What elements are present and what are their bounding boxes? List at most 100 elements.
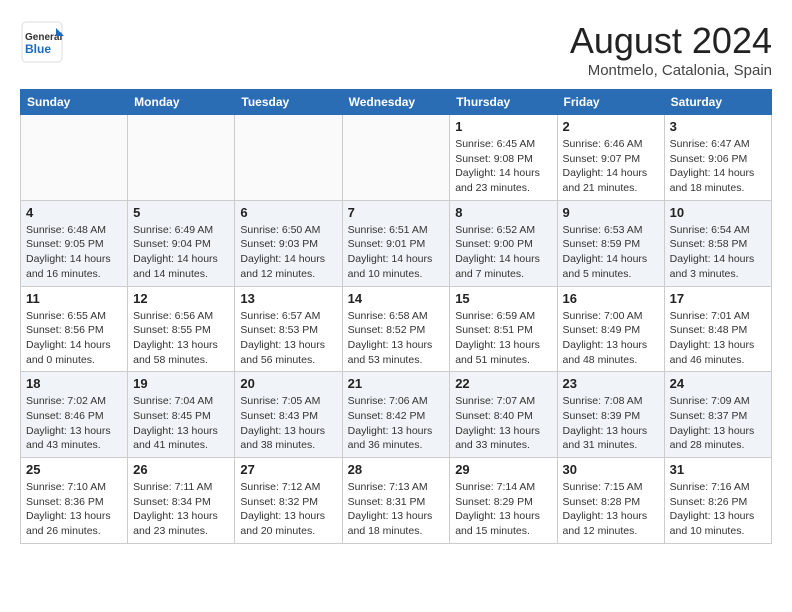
title-block: August 2024 Montmelo, Catalonia, Spain xyxy=(570,20,772,79)
table-row xyxy=(342,115,450,201)
day-number: 26 xyxy=(133,462,229,477)
table-row: 20 Sunrise: 7:05 AM Sunset: 8:43 PM Dayli… xyxy=(235,372,342,458)
day-info: Sunrise: 6:57 AM Sunset: 8:53 PM Dayligh… xyxy=(240,309,336,368)
day-info: Sunrise: 6:51 AM Sunset: 9:01 PM Dayligh… xyxy=(348,223,445,282)
calendar-table: Sunday Monday Tuesday Wednesday Thursday… xyxy=(20,89,772,544)
day-number: 4 xyxy=(26,205,122,220)
table-row: 27 Sunrise: 7:12 AM Sunset: 8:32 PM Dayli… xyxy=(235,458,342,544)
calendar-week-row: 4 Sunrise: 6:48 AM Sunset: 9:05 PM Daylig… xyxy=(21,200,772,286)
table-row: 4 Sunrise: 6:48 AM Sunset: 9:05 PM Daylig… xyxy=(21,200,128,286)
table-row: 3 Sunrise: 6:47 AM Sunset: 9:06 PM Daylig… xyxy=(664,115,771,201)
day-info: Sunrise: 6:59 AM Sunset: 8:51 PM Dayligh… xyxy=(455,309,551,368)
day-number: 3 xyxy=(670,119,766,134)
location: Montmelo, Catalonia, Spain xyxy=(570,62,772,79)
table-row: 7 Sunrise: 6:51 AM Sunset: 9:01 PM Daylig… xyxy=(342,200,450,286)
day-number: 28 xyxy=(348,462,445,477)
table-row: 28 Sunrise: 7:13 AM Sunset: 8:31 PM Dayli… xyxy=(342,458,450,544)
calendar-week-row: 11 Sunrise: 6:55 AM Sunset: 8:56 PM Dayli… xyxy=(21,286,772,372)
day-info: Sunrise: 6:58 AM Sunset: 8:52 PM Dayligh… xyxy=(348,309,445,368)
table-row: 15Sunrise: 6:59 AM Sunset: 8:51 PM Dayli… xyxy=(450,286,557,372)
table-row xyxy=(235,115,342,201)
day-info: Sunrise: 6:50 AM Sunset: 9:03 PM Dayligh… xyxy=(240,223,336,282)
day-number: 18 xyxy=(26,376,122,391)
table-row: 31 Sunrise: 7:16 AM Sunset: 8:26 PM Dayli… xyxy=(664,458,771,544)
day-info: Sunrise: 7:02 AM Sunset: 8:46 PM Dayligh… xyxy=(26,394,122,453)
day-info: Sunrise: 6:45 AM Sunset: 9:08 PM Dayligh… xyxy=(455,137,551,196)
table-row: 30 Sunrise: 7:15 AM Sunset: 8:28 PM Dayli… xyxy=(557,458,664,544)
svg-text:Blue: Blue xyxy=(25,42,51,56)
day-number: 22 xyxy=(455,376,551,391)
day-info: Sunrise: 7:14 AM Sunset: 8:29 PM Dayligh… xyxy=(455,480,551,539)
day-info: Sunrise: 7:00 AM Sunset: 8:49 PM Dayligh… xyxy=(563,309,659,368)
day-number: 30 xyxy=(563,462,659,477)
table-row: 24 Sunrise: 7:09 AM Sunset: 8:37 PM Dayli… xyxy=(664,372,771,458)
calendar-header-row: Sunday Monday Tuesday Wednesday Thursday… xyxy=(21,90,772,115)
table-row: 8Sunrise: 6:52 AM Sunset: 9:00 PM Daylig… xyxy=(450,200,557,286)
table-row: 17 Sunrise: 7:01 AM Sunset: 8:48 PM Dayli… xyxy=(664,286,771,372)
day-info: Sunrise: 7:12 AM Sunset: 8:32 PM Dayligh… xyxy=(240,480,336,539)
day-number: 10 xyxy=(670,205,766,220)
day-info: Sunrise: 7:05 AM Sunset: 8:43 PM Dayligh… xyxy=(240,394,336,453)
day-number: 31 xyxy=(670,462,766,477)
col-saturday: Saturday xyxy=(664,90,771,115)
day-number: 8 xyxy=(455,205,551,220)
day-number: 17 xyxy=(670,291,766,306)
table-row: 25Sunrise: 7:10 AM Sunset: 8:36 PM Dayli… xyxy=(21,458,128,544)
calendar-week-row: 25Sunrise: 7:10 AM Sunset: 8:36 PM Dayli… xyxy=(21,458,772,544)
page-header: General Blue August 2024 Montmelo, Catal… xyxy=(20,20,772,79)
table-row: 11 Sunrise: 6:55 AM Sunset: 8:56 PM Dayli… xyxy=(21,286,128,372)
day-info: Sunrise: 7:01 AM Sunset: 8:48 PM Dayligh… xyxy=(670,309,766,368)
day-info: Sunrise: 7:04 AM Sunset: 8:45 PM Dayligh… xyxy=(133,394,229,453)
logo: General Blue xyxy=(20,20,64,64)
col-sunday: Sunday xyxy=(21,90,128,115)
day-number: 13 xyxy=(240,291,336,306)
day-info: Sunrise: 6:56 AM Sunset: 8:55 PM Dayligh… xyxy=(133,309,229,368)
day-number: 24 xyxy=(670,376,766,391)
day-info: Sunrise: 6:48 AM Sunset: 9:05 PM Dayligh… xyxy=(26,223,122,282)
day-number: 11 xyxy=(26,291,122,306)
table-row: 22 Sunrise: 7:07 AM Sunset: 8:40 PM Dayli… xyxy=(450,372,557,458)
day-number: 16 xyxy=(563,291,659,306)
calendar-week-row: 18 Sunrise: 7:02 AM Sunset: 8:46 PM Dayli… xyxy=(21,372,772,458)
col-tuesday: Tuesday xyxy=(235,90,342,115)
day-info: Sunrise: 7:08 AM Sunset: 8:39 PM Dayligh… xyxy=(563,394,659,453)
col-wednesday: Wednesday xyxy=(342,90,450,115)
table-row: 10 Sunrise: 6:54 AM Sunset: 8:58 PM Dayli… xyxy=(664,200,771,286)
col-thursday: Thursday xyxy=(450,90,557,115)
day-info: Sunrise: 7:16 AM Sunset: 8:26 PM Dayligh… xyxy=(670,480,766,539)
table-row: 2 Sunrise: 6:46 AM Sunset: 9:07 PM Daylig… xyxy=(557,115,664,201)
table-row: 23 Sunrise: 7:08 AM Sunset: 8:39 PM Dayli… xyxy=(557,372,664,458)
day-info: Sunrise: 7:15 AM Sunset: 8:28 PM Dayligh… xyxy=(563,480,659,539)
day-number: 2 xyxy=(563,119,659,134)
table-row xyxy=(21,115,128,201)
day-info: Sunrise: 7:11 AM Sunset: 8:34 PM Dayligh… xyxy=(133,480,229,539)
day-number: 1 xyxy=(455,119,551,134)
table-row: 16 Sunrise: 7:00 AM Sunset: 8:49 PM Dayli… xyxy=(557,286,664,372)
day-info: Sunrise: 6:54 AM Sunset: 8:58 PM Dayligh… xyxy=(670,223,766,282)
day-number: 5 xyxy=(133,205,229,220)
day-info: Sunrise: 7:07 AM Sunset: 8:40 PM Dayligh… xyxy=(455,394,551,453)
day-info: Sunrise: 7:13 AM Sunset: 8:31 PM Dayligh… xyxy=(348,480,445,539)
day-info: Sunrise: 7:10 AM Sunset: 8:36 PM Dayligh… xyxy=(26,480,122,539)
day-number: 19 xyxy=(133,376,229,391)
day-info: Sunrise: 6:47 AM Sunset: 9:06 PM Dayligh… xyxy=(670,137,766,196)
day-number: 23 xyxy=(563,376,659,391)
table-row xyxy=(128,115,235,201)
table-row: 19 Sunrise: 7:04 AM Sunset: 8:45 PM Dayli… xyxy=(128,372,235,458)
day-info: Sunrise: 6:53 AM Sunset: 8:59 PM Dayligh… xyxy=(563,223,659,282)
table-row: 18 Sunrise: 7:02 AM Sunset: 8:46 PM Dayli… xyxy=(21,372,128,458)
day-info: Sunrise: 6:55 AM Sunset: 8:56 PM Dayligh… xyxy=(26,309,122,368)
day-info: Sunrise: 6:46 AM Sunset: 9:07 PM Dayligh… xyxy=(563,137,659,196)
day-number: 20 xyxy=(240,376,336,391)
logo-icon: General Blue xyxy=(20,20,64,64)
month-title: August 2024 xyxy=(570,20,772,62)
day-info: Sunrise: 7:06 AM Sunset: 8:42 PM Dayligh… xyxy=(348,394,445,453)
table-row: 6Sunrise: 6:50 AM Sunset: 9:03 PM Daylig… xyxy=(235,200,342,286)
table-row: 29Sunrise: 7:14 AM Sunset: 8:29 PM Dayli… xyxy=(450,458,557,544)
table-row: 13 Sunrise: 6:57 AM Sunset: 8:53 PM Dayli… xyxy=(235,286,342,372)
day-number: 7 xyxy=(348,205,445,220)
day-info: Sunrise: 7:09 AM Sunset: 8:37 PM Dayligh… xyxy=(670,394,766,453)
calendar-week-row: 1 Sunrise: 6:45 AM Sunset: 9:08 PM Daylig… xyxy=(21,115,772,201)
table-row: 5Sunrise: 6:49 AM Sunset: 9:04 PM Daylig… xyxy=(128,200,235,286)
day-number: 27 xyxy=(240,462,336,477)
